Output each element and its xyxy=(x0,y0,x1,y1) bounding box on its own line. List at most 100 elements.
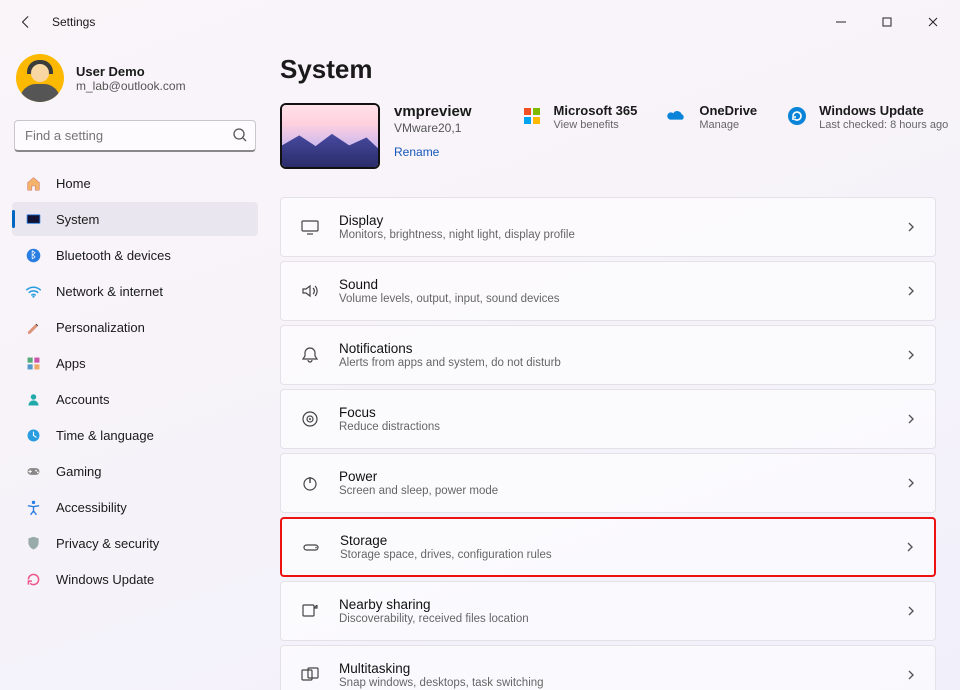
chevron-right-icon xyxy=(905,669,917,681)
quick-ms365[interactable]: Microsoft 365 View benefits xyxy=(520,103,638,131)
chevron-right-icon xyxy=(905,605,917,617)
card-notifications[interactable]: Notifications Alerts from apps and syste… xyxy=(280,325,936,385)
minimize-button[interactable] xyxy=(818,6,864,38)
sound-icon xyxy=(299,280,321,302)
titlebar: Settings xyxy=(0,0,960,44)
gaming-icon xyxy=(24,462,42,480)
rename-link[interactable]: Rename xyxy=(394,145,439,159)
device-thumbnail[interactable] xyxy=(280,103,380,169)
card-title: Storage xyxy=(340,533,552,548)
chevron-right-icon xyxy=(905,285,917,297)
card-title: Nearby sharing xyxy=(339,597,529,612)
device-row: vmpreview VMware20,1 Rename Microsoft 36… xyxy=(280,103,936,169)
power-icon xyxy=(299,472,321,494)
sidebar-item-home[interactable]: Home xyxy=(12,166,258,200)
sidebar-item-label: Privacy & security xyxy=(56,536,159,551)
onedrive-icon xyxy=(665,104,689,128)
windows-update-icon xyxy=(785,104,809,128)
card-title: Sound xyxy=(339,277,560,292)
chevron-right-icon xyxy=(905,349,917,361)
sidebar-item-label: Apps xyxy=(56,356,86,371)
search-icon xyxy=(232,127,248,143)
device-info: vmpreview VMware20,1 Rename xyxy=(394,103,472,161)
sidebar-item-time[interactable]: Time & language xyxy=(12,418,258,452)
maximize-icon xyxy=(882,17,892,27)
sidebar-item-label: Network & internet xyxy=(56,284,163,299)
card-sub: Snap windows, desktops, task switching xyxy=(339,677,544,689)
card-sound[interactable]: Sound Volume levels, output, input, soun… xyxy=(280,261,936,321)
sidebar-item-personalization[interactable]: Personalization xyxy=(12,310,258,344)
account-block[interactable]: User Demo m_lab@outlook.com xyxy=(12,50,258,116)
update-icon xyxy=(24,570,42,588)
search-input[interactable] xyxy=(14,120,256,152)
card-power[interactable]: Power Screen and sleep, power mode xyxy=(280,453,936,513)
quick-title: OneDrive xyxy=(699,103,757,118)
card-focus[interactable]: Focus Reduce distractions xyxy=(280,389,936,449)
personalization-icon xyxy=(24,318,42,336)
display-icon xyxy=(299,216,321,238)
accessibility-icon xyxy=(24,498,42,516)
storage-icon xyxy=(300,536,322,558)
back-button[interactable] xyxy=(12,8,40,36)
quick-title: Microsoft 365 xyxy=(554,103,638,118)
quick-update[interactable]: Windows Update Last checked: 8 hours ago xyxy=(785,103,948,131)
card-sub: Volume levels, output, input, sound devi… xyxy=(339,293,560,305)
account-email: m_lab@outlook.com xyxy=(76,79,186,93)
card-nearby[interactable]: Nearby sharing Discoverability, received… xyxy=(280,581,936,641)
sidebar-item-label: Personalization xyxy=(56,320,145,335)
sidebar-item-label: Accessibility xyxy=(56,500,127,515)
shield-icon xyxy=(24,534,42,552)
nav: Home System Bluetooth & devices Network … xyxy=(12,166,258,596)
system-icon xyxy=(24,210,42,228)
card-display[interactable]: Display Monitors, brightness, night ligh… xyxy=(280,197,936,257)
sidebar-item-system[interactable]: System xyxy=(12,202,258,236)
sidebar: User Demo m_lab@outlook.com Home System … xyxy=(0,44,270,690)
card-sub: Storage space, drives, configuration rul… xyxy=(340,549,552,561)
sidebar-item-network[interactable]: Network & internet xyxy=(12,274,258,308)
close-button[interactable] xyxy=(910,6,956,38)
chevron-right-icon xyxy=(905,477,917,489)
chevron-right-icon xyxy=(905,413,917,425)
card-storage[interactable]: Storage Storage space, drives, configura… xyxy=(280,517,936,577)
window-title: Settings xyxy=(52,15,95,29)
page-title: System xyxy=(280,54,936,85)
sidebar-item-accessibility[interactable]: Accessibility xyxy=(12,490,258,524)
quick-sub: View benefits xyxy=(554,119,638,131)
sidebar-item-label: Windows Update xyxy=(56,572,154,587)
avatar xyxy=(16,54,64,102)
accounts-icon xyxy=(24,390,42,408)
card-title: Power xyxy=(339,469,498,484)
sidebar-item-label: Time & language xyxy=(56,428,154,443)
quick-sub: Last checked: 8 hours ago xyxy=(819,119,948,131)
minimize-icon xyxy=(836,17,846,27)
chevron-right-icon xyxy=(905,221,917,233)
settings-cards: Display Monitors, brightness, night ligh… xyxy=(280,197,936,690)
maximize-button[interactable] xyxy=(864,6,910,38)
card-multitasking[interactable]: Multitasking Snap windows, desktops, tas… xyxy=(280,645,936,690)
arrow-left-icon xyxy=(19,15,33,29)
sidebar-item-label: Accounts xyxy=(56,392,109,407)
sidebar-item-label: System xyxy=(56,212,99,227)
multitasking-icon xyxy=(299,664,321,686)
card-sub: Reduce distractions xyxy=(339,421,440,433)
sidebar-item-privacy[interactable]: Privacy & security xyxy=(12,526,258,560)
sidebar-item-apps[interactable]: Apps xyxy=(12,346,258,380)
quick-sub: Manage xyxy=(699,119,757,131)
nearby-icon xyxy=(299,600,321,622)
device-model: VMware20,1 xyxy=(394,121,472,135)
sidebar-item-accounts[interactable]: Accounts xyxy=(12,382,258,416)
apps-icon xyxy=(24,354,42,372)
ms365-icon xyxy=(520,104,544,128)
card-title: Multitasking xyxy=(339,661,544,676)
quick-title: Windows Update xyxy=(819,103,948,118)
main-content: System vmpreview VMware20,1 Rename Micro… xyxy=(270,44,960,690)
sidebar-item-bluetooth[interactable]: Bluetooth & devices xyxy=(12,238,258,272)
sidebar-item-update[interactable]: Windows Update xyxy=(12,562,258,596)
sidebar-item-label: Gaming xyxy=(56,464,102,479)
quick-onedrive[interactable]: OneDrive Manage xyxy=(665,103,757,131)
card-title: Notifications xyxy=(339,341,561,356)
sidebar-item-gaming[interactable]: Gaming xyxy=(12,454,258,488)
search-box xyxy=(14,120,256,152)
card-title: Display xyxy=(339,213,575,228)
card-title: Focus xyxy=(339,405,440,420)
